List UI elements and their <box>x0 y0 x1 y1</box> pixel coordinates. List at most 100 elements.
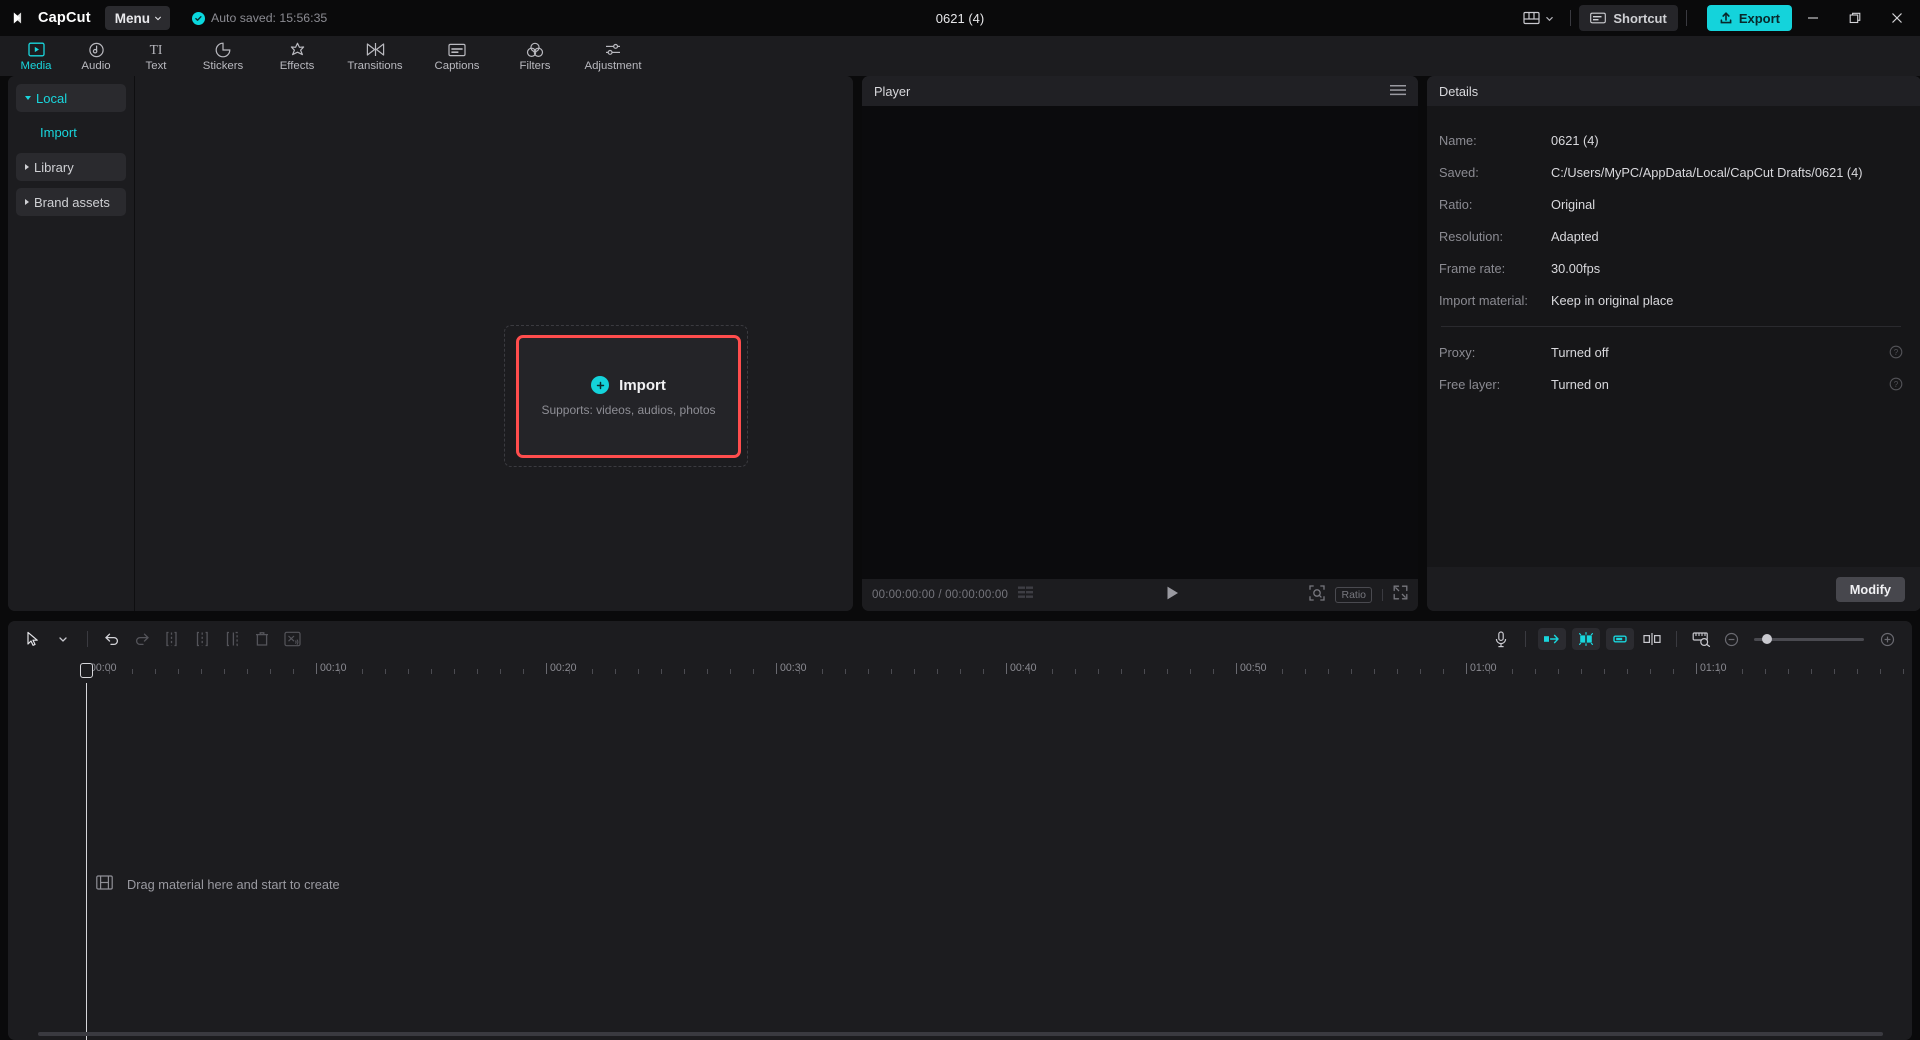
brand-name: CapCut <box>38 10 91 26</box>
ruler-tick <box>1282 669 1283 674</box>
ruler-tick <box>1489 669 1490 674</box>
ruler-tick <box>247 669 248 674</box>
ruler-tick <box>661 669 662 674</box>
tab-effects[interactable]: Effects <box>260 36 334 76</box>
capcut-logo-icon <box>13 12 22 24</box>
snap-center-button[interactable] <box>1572 628 1600 650</box>
zoom-in-button[interactable] <box>1872 626 1902 652</box>
split-button[interactable] <box>157 626 187 652</box>
ruler-tick <box>937 669 938 674</box>
tab-stickers[interactable]: Stickers <box>186 36 260 76</box>
hamburger-icon[interactable] <box>1390 84 1406 99</box>
tab-media[interactable]: Media <box>6 36 66 76</box>
tab-audio[interactable]: Audio <box>66 36 126 76</box>
ruler-tick <box>1397 669 1398 674</box>
tab-filters[interactable]: Filters <box>498 36 572 76</box>
media-content-area: Import Supports: videos, audios, photos <box>135 76 853 611</box>
play-icon[interactable] <box>1165 585 1180 606</box>
player-stage[interactable] <box>862 106 1418 579</box>
maximize-button[interactable] <box>1834 0 1876 36</box>
playhead-handle[interactable] <box>80 663 93 678</box>
trim-left-button[interactable] <box>187 626 217 652</box>
snap-left-button[interactable] <box>1538 628 1566 650</box>
select-tool-button[interactable] <box>18 626 48 652</box>
tab-adjustment[interactable]: Adjustment <box>572 36 654 76</box>
sidebar-item-import[interactable]: Import <box>16 119 126 145</box>
timeline-zoom-slider[interactable] <box>1754 634 1864 644</box>
details-header: Details <box>1427 76 1920 106</box>
menu-button[interactable]: Menu <box>104 6 171 30</box>
ruler-tick <box>960 669 961 674</box>
detail-row-frame-rate: Frame rate: 30.00fps <box>1439 252 1903 284</box>
sidebar-item-local[interactable]: Local <box>16 84 126 112</box>
mute-clip-button[interactable] <box>277 626 307 652</box>
export-label: Export <box>1738 10 1780 26</box>
ruler-tick <box>615 669 616 674</box>
ratio-button[interactable]: Ratio <box>1335 587 1372 603</box>
ruler-tick <box>1811 669 1812 674</box>
ruler-tick <box>1880 669 1881 674</box>
redo-button[interactable] <box>127 626 157 652</box>
ruler-tick <box>1328 669 1329 674</box>
mirror-button[interactable] <box>1637 626 1667 652</box>
sidebar-item-library[interactable]: Library <box>16 153 126 181</box>
stickers-icon <box>215 41 231 58</box>
help-icon[interactable]: ? <box>1889 345 1903 359</box>
ruler-tick <box>385 669 386 674</box>
zoom-slider-handle[interactable] <box>1762 634 1772 644</box>
ruler-tick <box>224 669 225 674</box>
modify-button[interactable]: Modify <box>1835 576 1905 602</box>
quality-icon[interactable] <box>1018 586 1036 604</box>
detail-key: Free layer: <box>1439 376 1501 392</box>
sidebar-item-library-label: Library <box>34 159 74 175</box>
undo-button[interactable] <box>97 626 127 652</box>
ruler-label: 01:00 <box>1470 662 1497 674</box>
zoom-out-button[interactable] <box>1716 626 1746 652</box>
ruler-tick <box>1420 669 1421 674</box>
player-right-controls: Ratio <box>1309 584 1408 606</box>
ruler-tick <box>109 669 110 674</box>
export-button[interactable]: Export <box>1706 5 1792 31</box>
timeline-ruler[interactable]: 00:00 00:10 00:20 00:30 00:40 00:50 01:00 01:10 <box>8 657 1912 683</box>
detail-key: Ratio: <box>1439 196 1473 212</box>
help-icon[interactable]: ? <box>1889 377 1903 391</box>
tab-stickers-label: Stickers <box>202 60 244 72</box>
close-button[interactable] <box>1876 0 1918 36</box>
import-dropzone[interactable]: Import Supports: videos, audios, photos <box>516 335 741 458</box>
detail-value: Turned off <box>1551 344 1609 360</box>
timeline-tracks-area[interactable]: Drag material here and start to create <box>8 663 1912 1040</box>
sidebar-item-brand-assets[interactable]: Brand assets <box>16 188 126 216</box>
divider <box>87 631 88 647</box>
player-timecode: 00:00:00:00 / 00:00:00:00 <box>872 589 1009 601</box>
sidebar-item-brand-assets-label: Brand assets <box>34 194 110 210</box>
zoom-to-fit-button[interactable] <box>1686 626 1716 652</box>
snap-right-button[interactable] <box>1606 628 1634 650</box>
shortcut-label: Shortcut <box>1613 10 1667 26</box>
tab-transitions[interactable]: Transitions <box>334 36 416 76</box>
select-tool-dropdown[interactable] <box>48 626 78 652</box>
ruler-tick <box>822 669 823 674</box>
ruler-tick <box>408 669 409 674</box>
fullscreen-icon[interactable] <box>1393 585 1408 605</box>
ruler-tick <box>1558 669 1559 674</box>
ruler-label: 00:30 <box>780 662 807 674</box>
shortcut-button[interactable]: Shortcut <box>1579 5 1678 31</box>
crop-icon[interactable] <box>1309 584 1326 606</box>
ruler-tick <box>730 669 731 674</box>
details-body: Name: 0621 (4) Saved: C:/Users/MyPC/AppD… <box>1427 106 1920 567</box>
tab-captions[interactable]: Captions <box>416 36 498 76</box>
ruler-tick <box>891 669 892 674</box>
tab-text[interactable]: TI Text <box>126 36 186 76</box>
layout-switch-button[interactable] <box>1515 5 1562 31</box>
delete-button[interactable] <box>247 626 277 652</box>
media-sidebar: Local Import Library Brand assets <box>8 76 135 611</box>
restore-icon <box>1849 12 1861 24</box>
record-voiceover-button[interactable] <box>1486 626 1516 652</box>
playhead[interactable] <box>80 663 93 1040</box>
trim-right-button[interactable] <box>217 626 247 652</box>
divider <box>1570 10 1572 26</box>
ruler-tick <box>1765 669 1766 674</box>
timeline-horizontal-scrollbar[interactable] <box>38 1032 1883 1036</box>
minimize-button[interactable] <box>1792 0 1834 36</box>
detail-key: Name: <box>1439 132 1477 148</box>
